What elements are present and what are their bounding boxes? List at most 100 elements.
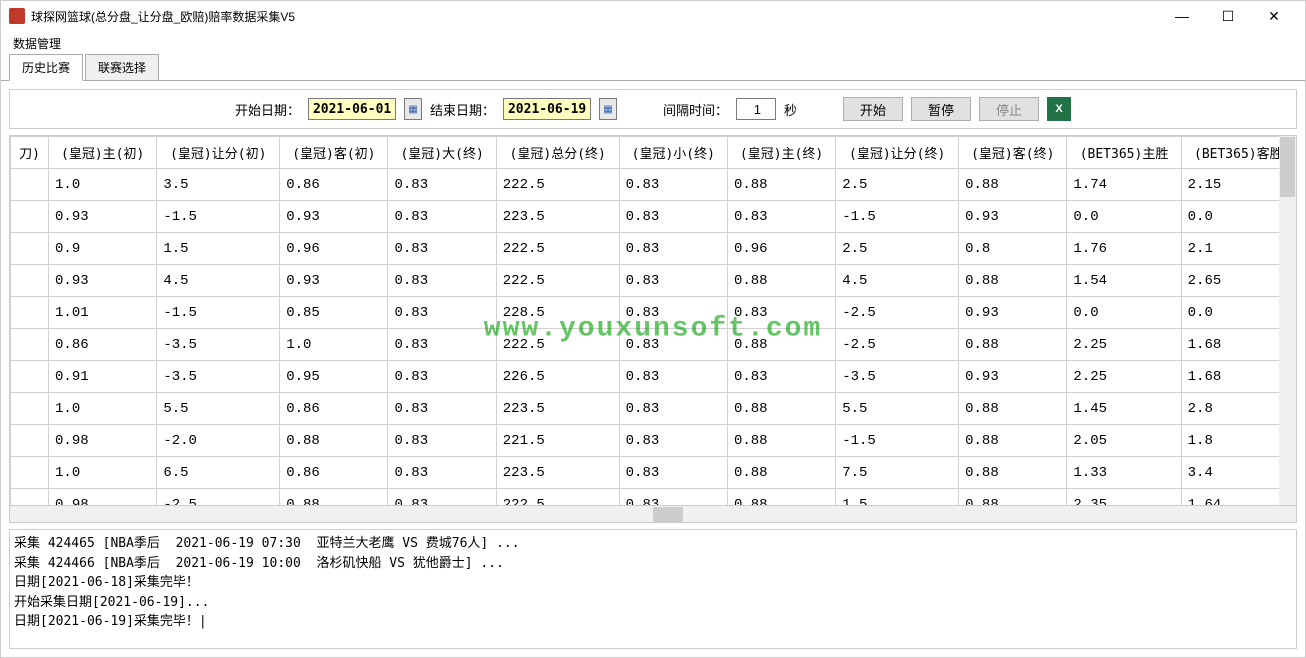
table-row[interactable]: 1.01-1.50.850.83228.50.830.83-2.50.930.0… [11, 297, 1296, 329]
table-row[interactable]: 1.06.50.860.83223.50.830.887.50.881.333.… [11, 457, 1296, 489]
column-header[interactable]: (皇冠)主(终) [727, 137, 835, 169]
tab-league-select[interactable]: 联赛选择 [85, 54, 159, 80]
table-cell: 0.88 [727, 169, 835, 201]
app-window: 球探网篮球(总分盘_让分盘_欧赔)赔率数据采集V5 — ☐ ✕ 数据管理 历史比… [0, 0, 1306, 658]
table-cell: 0.83 [727, 297, 835, 329]
table-cell: 1.45 [1067, 393, 1181, 425]
table-cell: 0.83 [619, 169, 727, 201]
table-cell: 0.83 [388, 201, 496, 233]
table-cell: 0.83 [727, 361, 835, 393]
table-cell: 1.0 [49, 457, 157, 489]
horizontal-scrollbar[interactable] [10, 505, 1296, 522]
close-button[interactable]: ✕ [1251, 1, 1297, 31]
interval-input[interactable] [736, 98, 776, 120]
table-cell: 0.88 [280, 425, 388, 457]
table-cell: 0.83 [619, 265, 727, 297]
table-cell: 0.93 [49, 265, 157, 297]
table-cell: 0.8 [959, 233, 1067, 265]
table-row[interactable]: 0.91.50.960.83222.50.830.962.50.81.762.1 [11, 233, 1296, 265]
data-table: 刀)(皇冠)主(初)(皇冠)让分(初)(皇冠)客(初)(皇冠)大(终)(皇冠)总… [10, 136, 1296, 505]
table-cell: 0.93 [959, 361, 1067, 393]
table-row[interactable]: 0.86-3.51.00.83222.50.830.88-2.50.882.25… [11, 329, 1296, 361]
table-cell: 0.0 [1067, 297, 1181, 329]
end-date-picker-icon[interactable]: ▦ [599, 98, 617, 120]
column-header[interactable]: (皇冠)大(终) [388, 137, 496, 169]
table-scroll[interactable]: 刀)(皇冠)主(初)(皇冠)让分(初)(皇冠)客(初)(皇冠)大(终)(皇冠)总… [10, 136, 1296, 505]
table-cell: 0.88 [959, 489, 1067, 506]
pause-button[interactable]: 暂停 [911, 97, 971, 121]
table-cell: 0.83 [619, 425, 727, 457]
table-row[interactable]: 0.98-2.50.880.83222.50.830.881.50.882.35… [11, 489, 1296, 506]
table-cell: 222.5 [496, 233, 619, 265]
start-date-label: 开始日期： [235, 100, 300, 119]
table-cell: 228.5 [496, 297, 619, 329]
column-header[interactable]: (皇冠)小(终) [619, 137, 727, 169]
table-cell: 0.88 [959, 329, 1067, 361]
column-header[interactable]: (皇冠)客(初) [280, 137, 388, 169]
vertical-scrollbar[interactable] [1279, 136, 1296, 505]
tab-history[interactable]: 历史比赛 [9, 54, 83, 81]
stop-button[interactable]: 停止 [979, 97, 1039, 121]
table-cell: 0.83 [619, 457, 727, 489]
table-cell [11, 393, 49, 425]
end-date-label: 结束日期： [430, 100, 495, 119]
table-cell: 7.5 [836, 457, 959, 489]
table-row[interactable]: 0.98-2.00.880.83221.50.830.88-1.50.882.0… [11, 425, 1296, 457]
table-cell: 0.83 [388, 425, 496, 457]
table-cell [11, 297, 49, 329]
table-cell: -1.5 [836, 201, 959, 233]
column-header[interactable]: 刀) [11, 137, 49, 169]
table-cell: -3.5 [836, 361, 959, 393]
table-cell: 5.5 [836, 393, 959, 425]
start-date-input[interactable] [308, 98, 396, 120]
table-cell: 2.35 [1067, 489, 1181, 506]
table-row[interactable]: 1.05.50.860.83223.50.830.885.50.881.452.… [11, 393, 1296, 425]
table-cell: 1.74 [1067, 169, 1181, 201]
log-output[interactable]: 采集 424465 [NBA季后 2021-06-19 07:30 亚特兰大老鹰… [9, 529, 1297, 649]
maximize-button[interactable]: ☐ [1205, 1, 1251, 31]
table-cell: 0.86 [49, 329, 157, 361]
table-cell: 0.88 [727, 329, 835, 361]
table-cell: 0.88 [959, 425, 1067, 457]
table-cell: 222.5 [496, 265, 619, 297]
table-row[interactable]: 0.91-3.50.950.83226.50.830.83-3.50.932.2… [11, 361, 1296, 393]
table-row[interactable]: 1.03.50.860.83222.50.830.882.50.881.742.… [11, 169, 1296, 201]
start-date-picker-icon[interactable]: ▦ [404, 98, 422, 120]
table-cell: 0.83 [388, 329, 496, 361]
interval-label: 间隔时间： [663, 100, 728, 119]
column-header[interactable]: (皇冠)让分(终) [836, 137, 959, 169]
table-cell [11, 425, 49, 457]
menu-data-manage[interactable]: 数据管理 [9, 33, 65, 54]
table-cell: 1.33 [1067, 457, 1181, 489]
table-cell: 2.5 [836, 169, 959, 201]
table-cell: 0.83 [619, 489, 727, 506]
table-cell: 0.96 [280, 233, 388, 265]
table-row[interactable]: 0.934.50.930.83222.50.830.884.50.881.542… [11, 265, 1296, 297]
table-cell [11, 201, 49, 233]
column-header[interactable]: (皇冠)让分(初) [157, 137, 280, 169]
table-cell: 0.88 [959, 457, 1067, 489]
table-cell: 0.83 [388, 169, 496, 201]
column-header[interactable]: (皇冠)客(终) [959, 137, 1067, 169]
column-header[interactable]: (BET365)主胜 [1067, 137, 1181, 169]
table-cell: 1.5 [836, 489, 959, 506]
table-cell [11, 361, 49, 393]
table-cell: -3.5 [157, 329, 280, 361]
table-row[interactable]: 0.93-1.50.930.83223.50.830.83-1.50.930.0… [11, 201, 1296, 233]
minimize-button[interactable]: — [1159, 1, 1205, 31]
table-cell: 0.83 [388, 457, 496, 489]
table-cell: 0.93 [280, 265, 388, 297]
start-button[interactable]: 开始 [843, 97, 903, 121]
end-date-input[interactable] [503, 98, 591, 120]
table-cell: 0.83 [388, 297, 496, 329]
table-cell: 0.83 [619, 393, 727, 425]
column-header[interactable]: (皇冠)总分(终) [496, 137, 619, 169]
table-cell: 0.93 [959, 201, 1067, 233]
export-excel-button[interactable]: X [1047, 97, 1071, 121]
table-cell: 0.83 [388, 265, 496, 297]
interval-unit: 秒 [784, 100, 797, 119]
table-cell: 0.86 [280, 457, 388, 489]
table-cell: 222.5 [496, 489, 619, 506]
column-header[interactable]: (皇冠)主(初) [49, 137, 157, 169]
table-cell: -2.0 [157, 425, 280, 457]
